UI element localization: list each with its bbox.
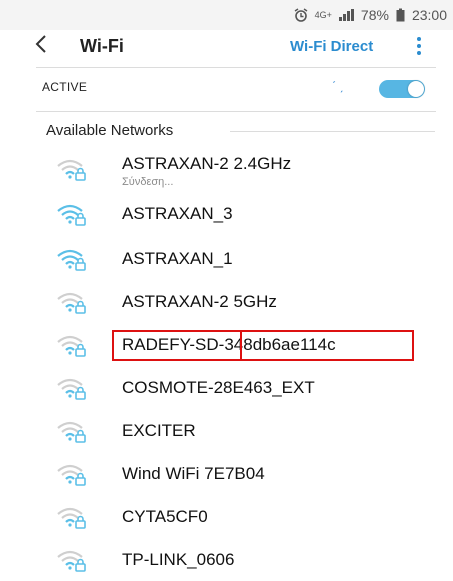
network-name: Wind WiFi 7E7B04 <box>122 464 265 483</box>
section-divider <box>36 111 436 112</box>
wifi-direct-button[interactable]: Wi-Fi Direct <box>290 38 373 55</box>
clock: 23:00 <box>411 7 447 23</box>
status-icons: 4G+ 78% 23:00 <box>294 5 447 25</box>
network-name: EXCITER <box>122 421 196 440</box>
battery-icon <box>396 8 405 22</box>
toggle-knob <box>408 81 424 97</box>
network-item[interactable]: ASTRAXAN-2 2.4GHz Σύνδεση... <box>0 150 453 190</box>
network-item[interactable]: ASTRAXAN_3 <box>0 195 453 235</box>
highlight-box-inner <box>240 330 414 361</box>
network-name: ASTRAXAN_1 <box>122 249 233 268</box>
back-arrow-icon[interactable] <box>34 33 56 59</box>
network-name: ASTRAXAN-2 2.4GHz <box>122 154 292 173</box>
wifi-lock-icon <box>56 549 88 573</box>
wifi-lock-icon <box>56 463 88 487</box>
loading-ticks-icon: ˊ ˏ <box>332 79 344 93</box>
app-bar-divider <box>36 67 436 68</box>
network-item[interactable]: TP-LINK_0606 <box>0 541 453 581</box>
battery-percent: 78% <box>360 7 389 23</box>
network-item[interactable]: EXCITER <box>0 412 453 452</box>
network-status: Σύνδεση... <box>122 176 174 188</box>
wifi-toggle[interactable] <box>379 80 425 98</box>
network-name: COSMOTE-28E463_EXT <box>122 378 315 397</box>
alarm-icon <box>294 8 308 22</box>
network-name: ASTRAXAN_3 <box>122 204 233 223</box>
cell-signal-icon <box>338 9 354 21</box>
page-title: Wi-Fi <box>80 36 124 56</box>
wifi-lock-icon <box>56 158 88 182</box>
status-bar: 4G+ 78% 23:00 <box>0 0 453 30</box>
network-item[interactable]: Wind WiFi 7E7B04 <box>0 455 453 495</box>
wifi-lock-icon <box>56 420 88 444</box>
app-bar: Wi-Fi Wi-Fi Direct <box>0 30 453 62</box>
network-name: CYTA5CF0 <box>122 507 208 526</box>
wifi-lock-icon <box>56 334 88 358</box>
wifi-lock-icon <box>56 248 88 272</box>
network-name: TP-LINK_0606 <box>122 550 235 569</box>
wifi-status-label: ACTIVE <box>42 80 88 94</box>
wifi-lock-icon <box>56 291 88 315</box>
network-item[interactable]: ASTRAXAN-2 5GHz <box>0 283 453 323</box>
wifi-lock-icon <box>56 377 88 401</box>
network-type-label: 4G+ <box>314 10 332 20</box>
wifi-lock-icon <box>56 203 88 227</box>
network-item[interactable]: ASTRAXAN_1 <box>0 240 453 280</box>
more-vert-icon[interactable] <box>410 32 428 60</box>
wifi-master-switch-row[interactable]: ACTIVE ˊ ˏ <box>36 77 436 101</box>
wifi-lock-icon <box>56 506 88 530</box>
network-item[interactable]: CYTA5CF0 <box>0 498 453 538</box>
available-networks-header: Available Networks <box>46 122 174 139</box>
header-underline <box>230 131 435 132</box>
network-item[interactable]: COSMOTE-28E463_EXT <box>0 369 453 409</box>
network-name: ASTRAXAN-2 5GHz <box>122 292 277 311</box>
